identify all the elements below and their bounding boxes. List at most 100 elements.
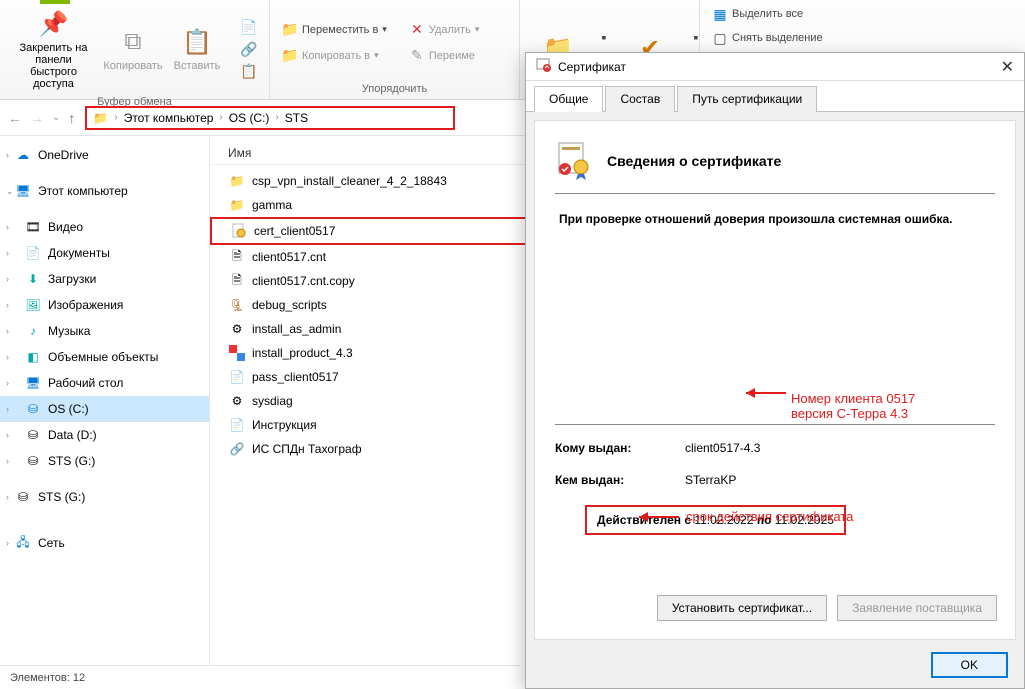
drive-icon: ⛁: [24, 400, 42, 418]
sidebar-item-network[interactable]: › 🖧 Сеть: [0, 530, 209, 556]
tab-cert-path[interactable]: Путь сертификации: [677, 86, 817, 112]
sidebar-item-os-c[interactable]: › ⛁ OS (C:): [0, 396, 209, 422]
nav-back-button[interactable]: ←: [8, 110, 22, 126]
text-file-icon: 📄: [228, 416, 246, 434]
file-name: install_as_admin: [252, 322, 341, 336]
delete-button[interactable]: ✕ Удалить ▾: [405, 20, 484, 40]
rename-button[interactable]: ✎ Переиме: [405, 46, 484, 66]
batch-file-icon: ⚙: [228, 392, 246, 410]
copy-to-button[interactable]: 📁 Копировать в ▾: [278, 46, 391, 66]
chevron-right-icon: ›: [6, 222, 9, 232]
exe-icon: [228, 344, 246, 362]
select-all-icon: ▦: [712, 6, 728, 22]
chevron-down-icon: ⌄: [6, 186, 14, 197]
batch-file-icon: ⚙: [228, 320, 246, 338]
paste-label: Вставить: [174, 60, 221, 72]
cert-heading: Сведения о сертификате: [607, 153, 781, 169]
status-count: Элементов: 12: [10, 672, 85, 684]
chevron-right-icon: ›: [219, 112, 222, 123]
pin-label: Закрепить на панели быстрого доступа: [14, 42, 93, 90]
ribbon-accent: [40, 0, 70, 4]
chevron-right-icon: ›: [6, 248, 9, 258]
new-item-button[interactable]: ▪: [592, 27, 616, 47]
archive-icon: 🗜: [228, 296, 246, 314]
annotation-arrow-icon: [634, 507, 684, 527]
paste-icon: 📋: [181, 26, 213, 58]
file-name: install_product_4.3: [252, 346, 353, 360]
cert-icon: [536, 57, 552, 76]
paste-button[interactable]: 📋 Вставить: [167, 4, 227, 94]
chevron-right-icon: ›: [6, 430, 9, 440]
pin-button[interactable]: 📌 Закрепить на панели быстрого доступа: [8, 4, 99, 94]
annotation-validity: срок действия сертификата: [686, 509, 853, 524]
video-icon: 🎞: [24, 218, 42, 236]
sidebar-item-documents[interactable]: › 📄 Документы: [0, 240, 209, 266]
status-bar: Элементов: 12: [0, 665, 520, 689]
pc-icon: 🖥: [14, 182, 32, 200]
ribbon-small-1[interactable]: 📄: [237, 17, 261, 37]
dialog-titlebar: Сертификат ✕: [526, 53, 1024, 81]
chevron-right-icon: ›: [6, 326, 9, 336]
sidebar-item-pictures[interactable]: › 🖼 Изображения: [0, 292, 209, 318]
text-file-icon: 📄: [228, 368, 246, 386]
deselect-button[interactable]: ▢ Снять выделение: [708, 28, 1017, 48]
pictures-icon: 🖼: [24, 296, 42, 314]
folder-icon: 📁: [228, 196, 246, 214]
tab-details[interactable]: Состав: [605, 86, 675, 112]
sidebar-item-videos[interactable]: › 🎞 Видео: [0, 214, 209, 240]
sidebar-item-sts-g2[interactable]: › ⛁ STS (G:): [0, 484, 209, 510]
rename-icon: ✎: [409, 48, 425, 64]
nav-forward-button[interactable]: →: [30, 110, 44, 126]
deselect-icon: ▢: [712, 30, 728, 46]
chevron-right-icon: ›: [114, 112, 117, 123]
issued-to-label: Кому выдан:: [555, 441, 685, 455]
chevron-right-icon: ›: [6, 404, 9, 414]
downloads-icon: ⬇: [24, 270, 42, 288]
copy-button[interactable]: ⧉ Копировать: [103, 4, 163, 94]
sidebar-item-3d[interactable]: › ◧ Объемные объекты: [0, 344, 209, 370]
breadcrumb[interactable]: 📁 › Этот компьютер › OS (C:) › STS: [85, 106, 455, 130]
sidebar-item-sts-g1[interactable]: › ⛁ STS (G:): [0, 448, 209, 474]
move-to-button[interactable]: 📁 Переместить в ▾: [278, 20, 391, 40]
sidebar-item-downloads[interactable]: › ⬇ Загрузки: [0, 266, 209, 292]
chevron-right-icon: ›: [6, 352, 9, 362]
annotation-client: Номер клиента 0517 версия С-Терра 4.3: [791, 391, 915, 421]
chevron-right-icon: ›: [6, 538, 9, 548]
ribbon-small-3[interactable]: 📋: [237, 61, 261, 81]
select-all-button[interactable]: ▦ Выделить все: [708, 4, 1017, 24]
close-button[interactable]: ✕: [1001, 57, 1014, 77]
crumb-root[interactable]: Этот компьютер: [124, 111, 214, 125]
chevron-right-icon: ›: [6, 456, 9, 466]
copy-to-icon: 📁: [282, 48, 298, 64]
sidebar-item-this-pc[interactable]: ⌄ 🖥 Этот компьютер: [0, 178, 209, 204]
ok-button[interactable]: OK: [931, 652, 1008, 678]
certificate-file-icon: [230, 222, 248, 240]
crumb-os[interactable]: OS (C:): [229, 111, 270, 125]
copy-label: Копировать: [103, 60, 162, 72]
sidebar-item-music[interactable]: › ♪ Музыка: [0, 318, 209, 344]
music-icon: ♪: [24, 322, 42, 340]
chevron-right-icon: ›: [275, 112, 278, 123]
objects3d-icon: ◧: [24, 348, 42, 366]
sidebar-item-desktop[interactable]: › 🖥 Рабочий стол: [0, 370, 209, 396]
tab-general[interactable]: Общие: [534, 86, 603, 112]
issued-by-label: Кем выдан:: [555, 473, 685, 487]
breadcrumb-folder-icon: 📁: [93, 111, 108, 125]
file-name: client0517.cnt: [252, 250, 326, 264]
sidebar-item-onedrive[interactable]: › ☁ OneDrive: [0, 142, 209, 168]
organize-group-label: Упорядочить: [278, 81, 511, 95]
documents-icon: 📄: [24, 244, 42, 262]
network-icon: 🖧: [14, 534, 32, 552]
nav-recent-button[interactable]: ⌄: [52, 112, 60, 123]
column-name: Имя: [228, 146, 251, 160]
issued-by-value: STerraKP: [685, 473, 736, 487]
certificate-dialog: Сертификат ✕ Общие Состав Путь сертифика…: [525, 52, 1025, 689]
ribbon-small-2[interactable]: 🔗: [237, 39, 261, 59]
install-cert-button[interactable]: Установить сертификат...: [657, 595, 827, 621]
sidebar-item-data-d[interactable]: › ⛁ Data (D:): [0, 422, 209, 448]
chevron-right-icon: ›: [6, 492, 9, 502]
crumb-folder[interactable]: STS: [285, 111, 308, 125]
folder-icon: 📁: [228, 172, 246, 190]
nav-up-button[interactable]: ↑: [68, 110, 75, 126]
file-name: Инструкция: [252, 418, 317, 432]
